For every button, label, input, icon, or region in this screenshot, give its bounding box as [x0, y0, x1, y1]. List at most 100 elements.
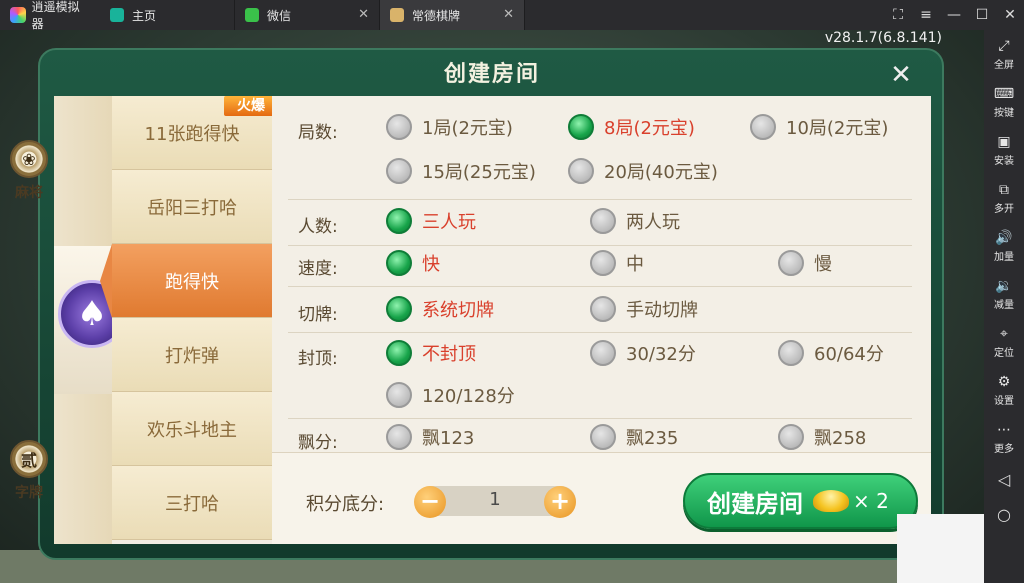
hot-badge: 火爆 — [224, 96, 278, 116]
tab-game[interactable]: 常德棋牌 ✕ — [380, 0, 525, 30]
radio-option[interactable]: 10局(2元宝) — [750, 114, 888, 140]
tab-close-icon[interactable]: ✕ — [503, 7, 514, 22]
radio-option[interactable]: 手动切牌 — [590, 296, 698, 322]
option-text: 飘235 — [626, 428, 679, 449]
radio-button[interactable] — [778, 340, 804, 366]
option-text: 1局(2元宝) — [422, 118, 513, 139]
home-icon[interactable]: ○ — [984, 505, 1024, 524]
radio-option-selected[interactable]: 不封顶 — [386, 340, 476, 366]
radio-option[interactable]: 1局(2元宝) — [386, 114, 513, 140]
radio-button-checked[interactable] — [386, 250, 412, 276]
radio-button[interactable] — [778, 250, 804, 276]
mahjong-emblem-icon: ❀ — [10, 140, 48, 178]
radio-option[interactable]: 飘258 — [778, 424, 866, 450]
radio-option[interactable]: 慢 — [778, 250, 832, 276]
volume-up-icon: 🔊 — [995, 229, 1013, 246]
category-label: 麻将 — [15, 185, 43, 201]
version-label: v28.1.7(6.8.141) — [824, 30, 942, 46]
option-text: 120/128分 — [422, 386, 515, 407]
radio-option[interactable]: 15局(25元宝) — [386, 158, 536, 184]
tab-home-label: 主页 — [132, 8, 157, 23]
radio-button[interactable] — [386, 114, 412, 140]
game-app-icon — [390, 8, 404, 22]
sidebar-item-location[interactable]: ⌖ 定位 — [984, 318, 1024, 366]
option-text: 不封顶 — [422, 344, 476, 365]
radio-option-selected[interactable]: 快 — [386, 250, 440, 276]
radio-button[interactable] — [778, 424, 804, 450]
option-text: 慢 — [814, 254, 832, 275]
radio-button[interactable] — [750, 114, 776, 140]
gear-icon: ⚙ — [997, 373, 1011, 390]
radio-button[interactable] — [590, 208, 616, 234]
sidebar-item-volume-down[interactable]: 🔉 减量 — [984, 270, 1024, 318]
radio-option-selected[interactable]: 8局(2元宝) — [568, 114, 695, 140]
minimize-icon[interactable]: — — [940, 7, 968, 23]
option-text: 20局(40元宝) — [604, 162, 718, 183]
maximize-icon[interactable]: ☐ — [968, 7, 996, 23]
option-label: 人数: — [298, 217, 338, 237]
sidebar-item-fullscreen[interactable]: ⤢ 全屏 — [984, 30, 1024, 78]
radio-button[interactable] — [386, 382, 412, 408]
game-item-selected[interactable]: 跑得快 — [100, 244, 272, 318]
gold-ingot-icon — [813, 490, 849, 512]
zipai-emblem-icon: 贰 — [10, 440, 48, 478]
option-label: 速度: — [298, 259, 338, 279]
sidebar-item-label: 多开 — [994, 203, 1014, 215]
game-item[interactable]: 欢乐斗地主 — [112, 392, 272, 466]
base-score-label: 积分底分: — [306, 494, 385, 515]
radio-button[interactable] — [590, 296, 616, 322]
radio-button-checked[interactable] — [386, 296, 412, 322]
sidebar-item-install[interactable]: ▣ 安装 — [984, 126, 1024, 174]
radio-option[interactable]: 飘123 — [386, 424, 474, 450]
option-text: 飘258 — [814, 428, 867, 449]
minus-icon[interactable]: − — [414, 486, 446, 518]
radio-button[interactable] — [386, 158, 412, 184]
radio-button-checked[interactable] — [568, 114, 594, 140]
sidebar-item-settings[interactable]: ⚙ 设置 — [984, 366, 1024, 414]
radio-button[interactable] — [386, 424, 412, 450]
radio-button[interactable] — [590, 250, 616, 276]
plus-icon[interactable]: + — [544, 486, 576, 518]
radio-option[interactable]: 中 — [590, 250, 644, 276]
emulator-titlebar: 逍遥模拟器 主页 微信 ✕ 常德棋牌 ✕ ⛶ ≡ — ☐ ✕ — [0, 0, 1024, 31]
row-divider — [288, 245, 912, 246]
game-item[interactable]: 岳阳三打哈 — [112, 170, 272, 244]
sidebar-item-multi[interactable]: ⧉ 多开 — [984, 174, 1024, 222]
tab-home[interactable]: 主页 — [100, 0, 235, 30]
close-icon[interactable]: ✕ — [887, 62, 915, 90]
menu-icon[interactable]: ≡ — [912, 7, 940, 23]
option-label: 局数: — [298, 123, 338, 143]
radio-option[interactable]: 20局(40元宝) — [568, 158, 718, 184]
radio-option[interactable]: 60/64分 — [778, 340, 884, 366]
game-item[interactable]: 打炸弹 — [112, 318, 272, 392]
sidebar-item-more[interactable]: ⋯ 更多 — [984, 414, 1024, 462]
row-divider — [288, 418, 912, 419]
radio-button[interactable] — [568, 158, 594, 184]
category-zipai[interactable]: 贰 字牌 — [0, 440, 58, 502]
radio-button[interactable] — [590, 424, 616, 450]
radio-option[interactable]: 飘235 — [590, 424, 678, 450]
back-icon[interactable]: ◁ — [984, 470, 1024, 489]
radio-option[interactable]: 两人玩 — [590, 208, 680, 234]
radio-option[interactable]: 30/32分 — [590, 340, 696, 366]
radio-option-selected[interactable]: 三人玩 — [386, 208, 476, 234]
home-tab-icon — [110, 8, 124, 22]
close-window-icon[interactable]: ✕ — [996, 7, 1024, 23]
game-item[interactable]: 三打哈 — [112, 466, 272, 540]
create-room-cost: × 2 — [853, 489, 889, 513]
tab-wechat[interactable]: 微信 ✕ — [235, 0, 380, 30]
radio-option[interactable]: 120/128分 — [386, 382, 515, 408]
radio-option-selected[interactable]: 系统切牌 — [386, 296, 494, 322]
radio-button-checked[interactable] — [386, 340, 412, 366]
tab-close-icon[interactable]: ✕ — [358, 7, 369, 22]
category-label: 字牌 — [15, 485, 43, 501]
create-room-button[interactable]: 创建房间 × 2 — [683, 473, 918, 529]
radio-button[interactable] — [590, 340, 616, 366]
fullscreen-icon[interactable]: ⛶ — [884, 7, 912, 23]
sidebar-item-keymap[interactable]: ⌨ 按键 — [984, 78, 1024, 126]
keyboard-icon: ⌨ — [993, 85, 1015, 102]
radio-button-checked[interactable] — [386, 208, 412, 234]
category-mahjong[interactable]: ❀ 麻将 — [0, 140, 58, 202]
row-divider — [288, 332, 912, 333]
sidebar-item-volume-up[interactable]: 🔊 加量 — [984, 222, 1024, 270]
